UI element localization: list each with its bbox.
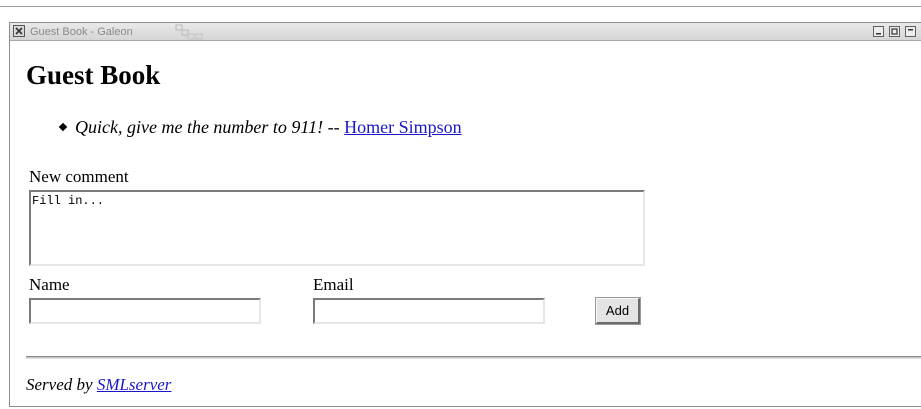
- list-item: Quick, give me the number to 911! -- Hom…: [58, 116, 462, 138]
- quote-separator: --: [323, 117, 345, 137]
- email-input[interactable]: [313, 298, 545, 324]
- footer: Served by SMLserver: [26, 375, 171, 395]
- top-separator-line: [0, 6, 921, 7]
- shade-icon[interactable]: [905, 26, 916, 37]
- page-title: Guest Book: [26, 60, 161, 90]
- close-icon[interactable]: [13, 25, 25, 37]
- minimize-icon[interactable]: [873, 26, 884, 37]
- browser-window: Guest Book - Galeon Guest Book Quick, gi…: [9, 22, 921, 407]
- name-input[interactable]: [29, 298, 261, 324]
- email-label: Email: [313, 275, 354, 294]
- bullet-icon: [58, 122, 68, 132]
- maximize-icon[interactable]: [889, 26, 900, 37]
- server-link[interactable]: SMLserver: [97, 375, 172, 394]
- comment-textarea[interactable]: Fill in...: [29, 190, 645, 266]
- comment-label: New comment: [29, 167, 129, 186]
- divider: [26, 356, 921, 359]
- author-link[interactable]: Homer Simpson: [344, 117, 462, 137]
- window-title: Guest Book - Galeon: [30, 26, 133, 38]
- page-content: Guest Book Quick, give me the number to …: [16, 41, 921, 406]
- add-button[interactable]: Add: [595, 297, 641, 325]
- quote-list: Quick, give me the number to 911! -- Hom…: [58, 116, 462, 138]
- quote-text: Quick, give me the number to 911!: [75, 117, 324, 137]
- name-label: Name: [29, 275, 70, 294]
- window-titlebar[interactable]: Guest Book - Galeon: [10, 23, 921, 41]
- served-by-text: Served by: [26, 375, 93, 394]
